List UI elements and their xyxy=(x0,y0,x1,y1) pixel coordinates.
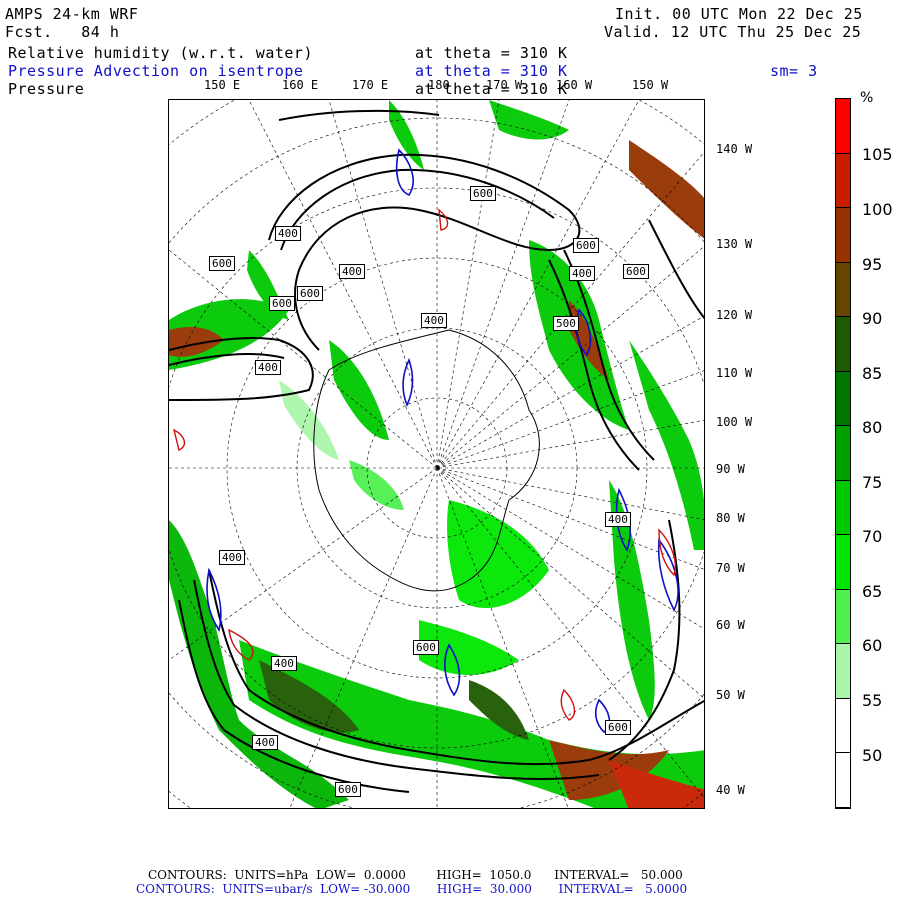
colorbar-label: 60 xyxy=(862,636,883,655)
contour-label: 600 xyxy=(470,186,496,201)
footer-pressure-contours: CONTOURS: UNITS=hPa LOW= 0.0000 HIGH= 10… xyxy=(148,868,683,882)
lon-label-right: 90 W xyxy=(716,462,745,476)
colorbar-label: 50 xyxy=(862,746,883,765)
contour-label: 400 xyxy=(219,550,245,565)
rh-region xyxy=(349,460,404,510)
colorbar-segment xyxy=(836,262,850,318)
contour-label: 600 xyxy=(413,640,439,655)
lon-label-top: 160 W xyxy=(556,78,593,92)
colorbar-segment xyxy=(836,535,850,590)
contour-label: 400 xyxy=(252,735,278,750)
model-title: AMPS 24-km WRF xyxy=(5,5,139,23)
lon-label-right: 40 W xyxy=(716,783,745,797)
colorbar-label: 90 xyxy=(862,309,883,328)
colorbar-segment xyxy=(836,698,850,754)
field1-name: Relative humidity (w.r.t. water) xyxy=(8,44,313,62)
lon-label-top: 150 E xyxy=(204,78,241,92)
forecast-hour: Fcst. 84 h xyxy=(5,23,120,41)
colorbar-unit: % xyxy=(860,90,874,106)
colorbar-label: 70 xyxy=(862,527,883,546)
contour-label: 400 xyxy=(271,656,297,671)
map-graphic xyxy=(169,100,704,808)
colorbar-segment xyxy=(836,426,850,481)
meridian xyxy=(289,467,438,808)
rh-region xyxy=(279,380,339,460)
field2-smooth: sm= 3 xyxy=(770,62,818,80)
lon-label-right: 70 W xyxy=(716,561,745,575)
advection-contour xyxy=(402,357,414,408)
valid-time: Valid. 12 UTC Thu 25 Dec 25 xyxy=(604,23,862,41)
lon-label-right: 140 W xyxy=(716,142,753,156)
colorbar-label: 95 xyxy=(862,255,883,274)
lon-label-right: 130 W xyxy=(716,237,753,251)
colorbar-segment xyxy=(836,753,850,808)
lon-label-right: 110 W xyxy=(716,366,753,380)
lon-label-top: 160 E xyxy=(282,78,319,92)
colorbar-segment xyxy=(836,317,850,372)
colorbar-label: 105 xyxy=(862,145,893,164)
meridian xyxy=(436,100,500,469)
colorbar-label: 65 xyxy=(862,582,883,601)
colorbar-label: 85 xyxy=(862,364,883,383)
footer-advection-contours: CONTOURS: UNITS=ubar/s LOW= -30.000 HIGH… xyxy=(136,882,688,896)
colorbar-segment xyxy=(836,480,850,536)
field1-level: at theta = 310 K xyxy=(415,44,568,62)
lon-label-right: 120 W xyxy=(716,308,753,322)
colorbar-segment xyxy=(836,208,850,263)
contour-label: 600 xyxy=(209,256,235,271)
pressure-contour xyxy=(648,219,704,320)
lon-label-top: 170 W xyxy=(486,78,523,92)
contour-label: 400 xyxy=(569,266,595,281)
colorbar-segment xyxy=(836,153,850,209)
lon-label-top: 170 E xyxy=(352,78,389,92)
colorbar-label: 80 xyxy=(862,418,883,437)
colorbar xyxy=(835,98,851,809)
rh-region xyxy=(629,140,704,239)
colorbar-label: 55 xyxy=(862,691,883,710)
lon-label-right: 80 W xyxy=(716,511,745,525)
lon-label-top: 180 xyxy=(428,78,450,92)
advection-contour xyxy=(560,688,576,721)
colorbar-label: 75 xyxy=(862,473,883,492)
contour-label: 400 xyxy=(275,226,301,241)
contour-label: 400 xyxy=(255,360,281,375)
lon-label-right: 50 W xyxy=(716,688,745,702)
map-panel: 600 400 600 400 400 400 600 600 600 500 … xyxy=(168,99,705,809)
lon-label-right: 100 W xyxy=(716,415,753,429)
field3-name: Pressure xyxy=(8,80,85,98)
colorbar-label: 100 xyxy=(862,200,893,219)
colorbar-segment xyxy=(836,589,850,645)
colorbar-segment xyxy=(836,371,850,427)
advection-contour xyxy=(438,208,449,231)
contour-label: 400 xyxy=(605,512,631,527)
contour-label: 600 xyxy=(623,264,649,279)
contour-label: 600 xyxy=(297,286,323,301)
contour-label: 600 xyxy=(573,238,599,253)
contour-label: 600 xyxy=(605,720,631,735)
contour-label: 400 xyxy=(339,264,365,279)
rh-region xyxy=(447,500,549,609)
field2-name: Pressure Advection on isentrope xyxy=(8,62,304,80)
colorbar-segment xyxy=(836,644,850,699)
page: { "header": { "model": "AMPS 24-km WRF",… xyxy=(0,0,900,900)
contour-label: 600 xyxy=(269,296,295,311)
advection-contour xyxy=(172,428,186,452)
contour-label: 400 xyxy=(421,313,447,328)
contour-label: 500 xyxy=(553,316,579,331)
lon-label-top: 150 W xyxy=(632,78,669,92)
contour-label: 600 xyxy=(335,782,361,797)
colorbar-segment xyxy=(836,99,850,154)
init-time: Init. 00 UTC Mon 22 Dec 25 xyxy=(615,5,863,23)
lon-label-right: 60 W xyxy=(716,618,745,632)
